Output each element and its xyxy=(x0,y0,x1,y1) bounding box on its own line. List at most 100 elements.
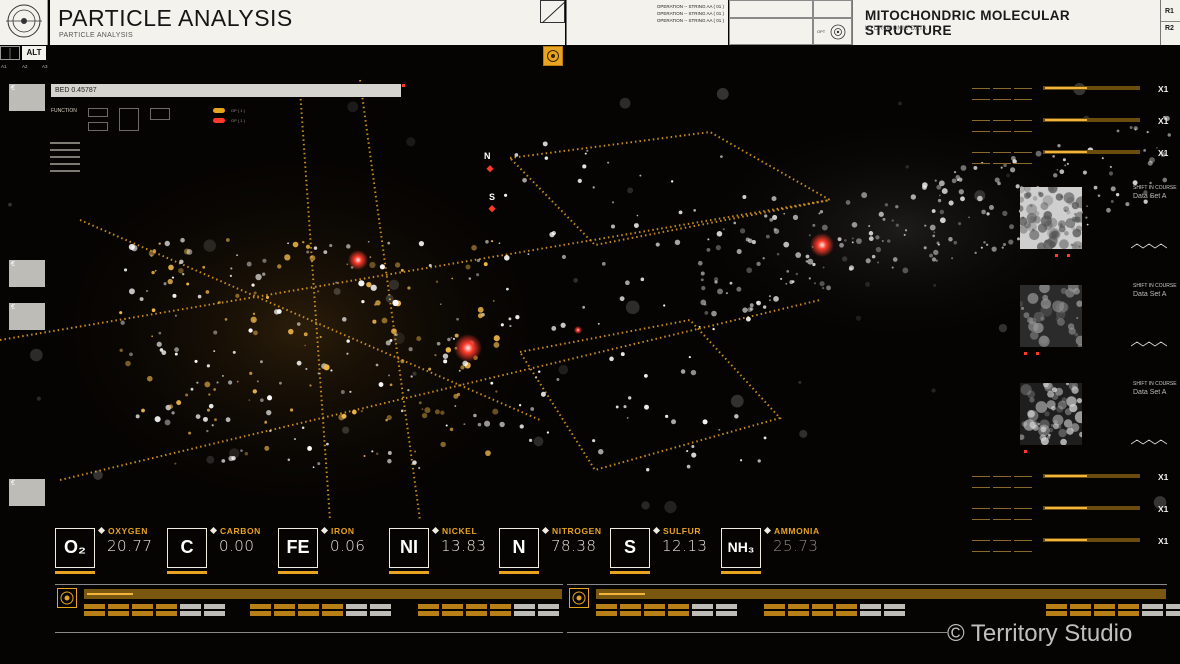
particle xyxy=(248,399,251,402)
particle xyxy=(229,448,240,459)
element-value: 13.83 xyxy=(441,537,487,555)
particle xyxy=(8,202,12,207)
multiplier-label[interactable]: X1 xyxy=(1158,472,1168,482)
channel-tick xyxy=(972,551,990,552)
r2-button[interactable]: R2 xyxy=(1165,25,1174,32)
channel-tick xyxy=(972,163,990,164)
data-thumbnail[interactable] xyxy=(1018,381,1087,446)
data-chip xyxy=(1166,604,1180,609)
particle xyxy=(131,245,138,252)
particle xyxy=(1101,157,1104,160)
particle xyxy=(551,231,556,236)
particle xyxy=(375,452,379,455)
particle xyxy=(958,189,964,195)
particle xyxy=(176,400,182,406)
toggle-switch[interactable] xyxy=(213,118,225,123)
particle xyxy=(937,198,942,203)
multiplier-label[interactable]: X1 xyxy=(1158,504,1168,514)
particle xyxy=(773,296,779,302)
side-panel-button[interactable]: € xyxy=(9,479,45,506)
function-field[interactable] xyxy=(119,108,139,131)
particle xyxy=(736,248,742,255)
particle xyxy=(266,409,272,416)
diagonal-icon[interactable] xyxy=(540,0,567,25)
channel-tick xyxy=(972,131,990,132)
particle xyxy=(171,411,175,415)
particle xyxy=(773,228,780,234)
particle xyxy=(530,407,535,411)
alert-dot xyxy=(1067,254,1070,257)
particle xyxy=(785,282,788,285)
particle xyxy=(540,391,546,397)
particle xyxy=(746,267,753,274)
particle xyxy=(305,244,311,249)
data-chip xyxy=(132,604,153,609)
multiplier-label[interactable]: X1 xyxy=(1158,116,1168,126)
multiplier-label[interactable]: X1 xyxy=(1158,148,1168,158)
particle xyxy=(934,179,937,182)
data-chip xyxy=(346,611,367,616)
data-thumbnail[interactable] xyxy=(1017,281,1086,350)
channel-tick xyxy=(1014,540,1032,541)
element-name: SULFUR xyxy=(663,526,702,536)
particle xyxy=(868,225,871,227)
element-symbol-box[interactable]: NH₃ xyxy=(721,528,761,568)
particle xyxy=(584,152,587,155)
element-symbol-box[interactable]: C xyxy=(167,528,207,568)
data-thumbnail[interactable] xyxy=(1015,183,1088,253)
side-panel-button[interactable]: € xyxy=(9,303,45,330)
target-icon[interactable] xyxy=(57,588,77,608)
data-chip xyxy=(322,611,343,616)
wave-icon xyxy=(1130,236,1168,249)
multiplier-label[interactable]: X1 xyxy=(1158,84,1168,94)
particle xyxy=(646,468,650,472)
particle xyxy=(229,274,233,278)
element-symbol-box[interactable]: NI xyxy=(389,528,429,568)
app-logo[interactable] xyxy=(0,0,48,45)
particle xyxy=(764,214,768,218)
particle xyxy=(938,180,945,187)
particle xyxy=(389,339,393,342)
function-field[interactable] xyxy=(88,122,108,131)
multiplier-label[interactable]: X1 xyxy=(1158,536,1168,546)
target-icon[interactable] xyxy=(569,588,589,608)
particle xyxy=(868,231,874,236)
particle xyxy=(865,281,871,287)
particle xyxy=(493,342,500,348)
particle xyxy=(938,194,941,197)
element-symbol-box[interactable]: N xyxy=(499,528,539,568)
particle xyxy=(477,313,483,319)
particle xyxy=(730,394,744,408)
particle xyxy=(615,405,619,409)
particle xyxy=(698,325,701,328)
data-chip xyxy=(596,611,617,616)
particle xyxy=(592,186,595,189)
divider xyxy=(55,632,563,633)
opt-target-icon xyxy=(830,24,846,40)
particle xyxy=(627,187,634,194)
element-symbol-box[interactable]: S xyxy=(610,528,650,568)
status-cell xyxy=(813,0,852,18)
toggle-switch[interactable] xyxy=(213,108,225,113)
particle xyxy=(500,323,504,327)
channel-tick xyxy=(993,99,1011,100)
element-symbol-box[interactable]: O₂ xyxy=(55,528,95,568)
particle xyxy=(892,257,898,262)
particle xyxy=(351,409,357,415)
settings-button[interactable] xyxy=(543,46,563,66)
data-chip xyxy=(156,604,177,609)
function-field[interactable] xyxy=(150,108,170,120)
particle xyxy=(898,101,903,106)
function-field[interactable] xyxy=(88,108,108,117)
particle xyxy=(718,428,721,431)
data-chip xyxy=(788,611,809,616)
side-panel-button[interactable]: € xyxy=(9,260,45,287)
alt-side-box xyxy=(0,46,20,60)
particle xyxy=(891,219,894,222)
side-panel-button[interactable]: € xyxy=(9,84,45,111)
element-symbol-box[interactable]: FE xyxy=(278,528,318,568)
watermark: © Territory Studio xyxy=(947,620,1133,647)
alt-button[interactable]: ALT xyxy=(22,46,46,60)
particle xyxy=(749,307,754,311)
r1-button[interactable]: R1 xyxy=(1165,8,1174,15)
